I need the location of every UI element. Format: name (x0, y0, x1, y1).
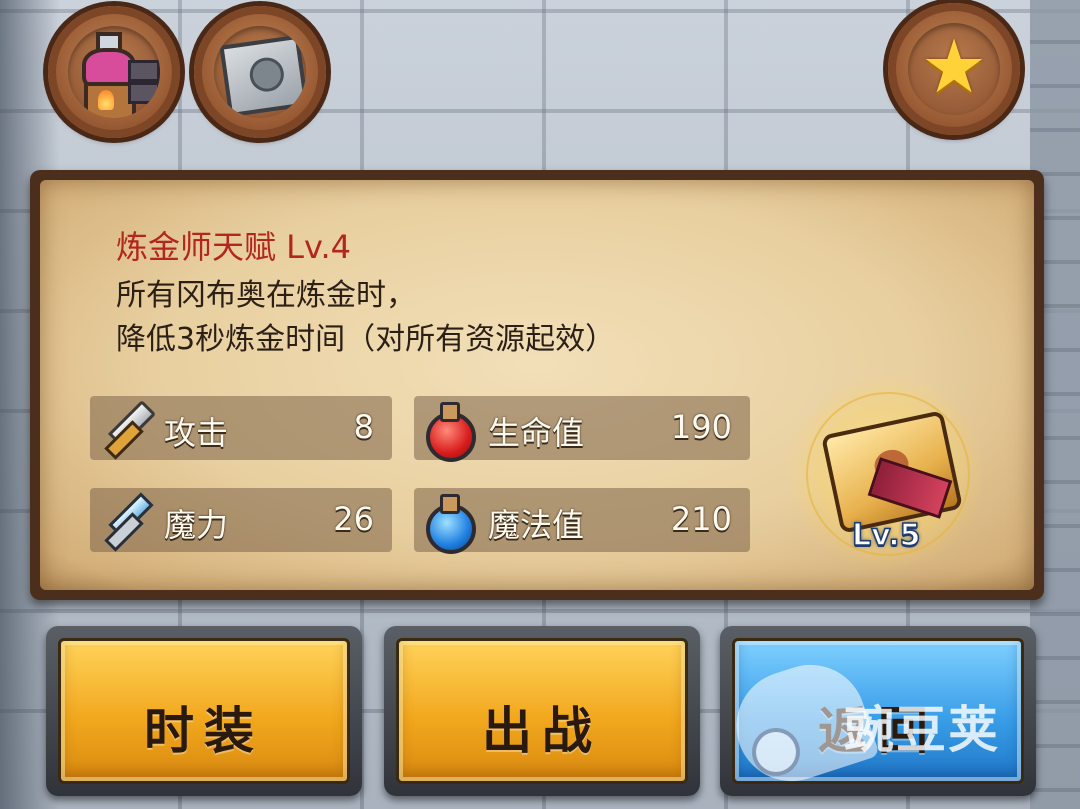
red-potion-icon (424, 402, 476, 462)
stat-magic-power: 魔力 26 (90, 488, 392, 552)
battle-button-label: 出战 (482, 702, 602, 760)
battle-button-face: 出战 (396, 638, 688, 784)
talent-scroll-emblem[interactable]: Lv.5 (786, 372, 986, 572)
stat-label: 魔法值 (488, 506, 585, 544)
talent-title: 炼金师天赋 Lv.4 (116, 228, 351, 266)
stat-label: 魔力 (164, 506, 229, 544)
stat-value: 26 (333, 500, 374, 538)
battle-button[interactable]: 出战 (384, 626, 700, 796)
costume-button-label: 时装 (144, 702, 264, 760)
costume-button[interactable]: 时装 (46, 626, 362, 796)
talent-description: 所有冈布奥在炼金时， 降低3秒炼金时间（对所有资源起效） (116, 274, 615, 362)
alchemy-furnace-icon (68, 26, 160, 118)
alchemy-button[interactable] (48, 6, 180, 138)
magic-sword-icon (100, 492, 154, 552)
stat-mp: 魔法值 210 (414, 488, 750, 554)
talent-description-line-2: 降低3秒炼金时间（对所有资源起效） (116, 322, 616, 357)
stat-hp: 生命值 190 (414, 396, 750, 462)
stat-value: 210 (670, 500, 732, 538)
stat-label: 攻击 (164, 414, 229, 452)
costume-button-face: 时装 (58, 638, 350, 784)
watermark-text: 豌豆荚 (844, 701, 1000, 759)
stat-value: 190 (670, 408, 732, 446)
blue-potion-icon (424, 494, 476, 554)
stone-tablet-icon (214, 26, 306, 118)
favorite-button[interactable]: ★ (888, 3, 1020, 135)
talent-description-line-1: 所有冈布奥在炼金时， (116, 278, 416, 313)
sword-icon (100, 399, 157, 460)
emblem-level: Lv.5 (851, 517, 921, 554)
stone-tablet-button[interactable] (194, 6, 326, 138)
stat-value: 8 (353, 408, 374, 446)
watermark-face-icon (752, 728, 800, 776)
star-icon: ★ (908, 23, 1000, 115)
stat-attack: 攻击 8 (90, 396, 392, 460)
stat-label: 生命值 (488, 414, 585, 452)
